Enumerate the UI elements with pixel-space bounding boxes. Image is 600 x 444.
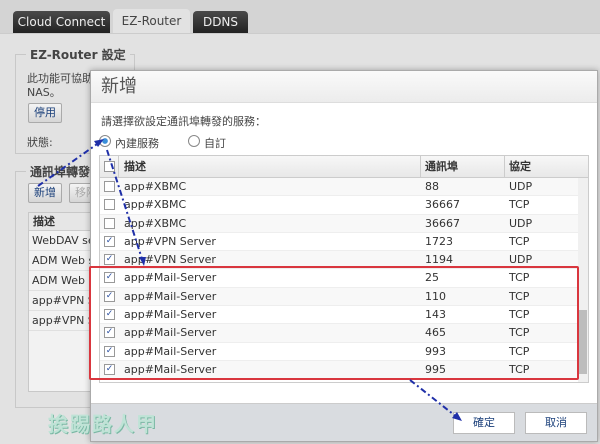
watermark: 挨踢路人甲	[48, 412, 158, 436]
arrow-to-radio	[37, 141, 101, 187]
arrow-to-rows	[106, 149, 144, 263]
arrow-to-ok	[409, 379, 459, 419]
annotation-arrows	[37, 139, 462, 421]
